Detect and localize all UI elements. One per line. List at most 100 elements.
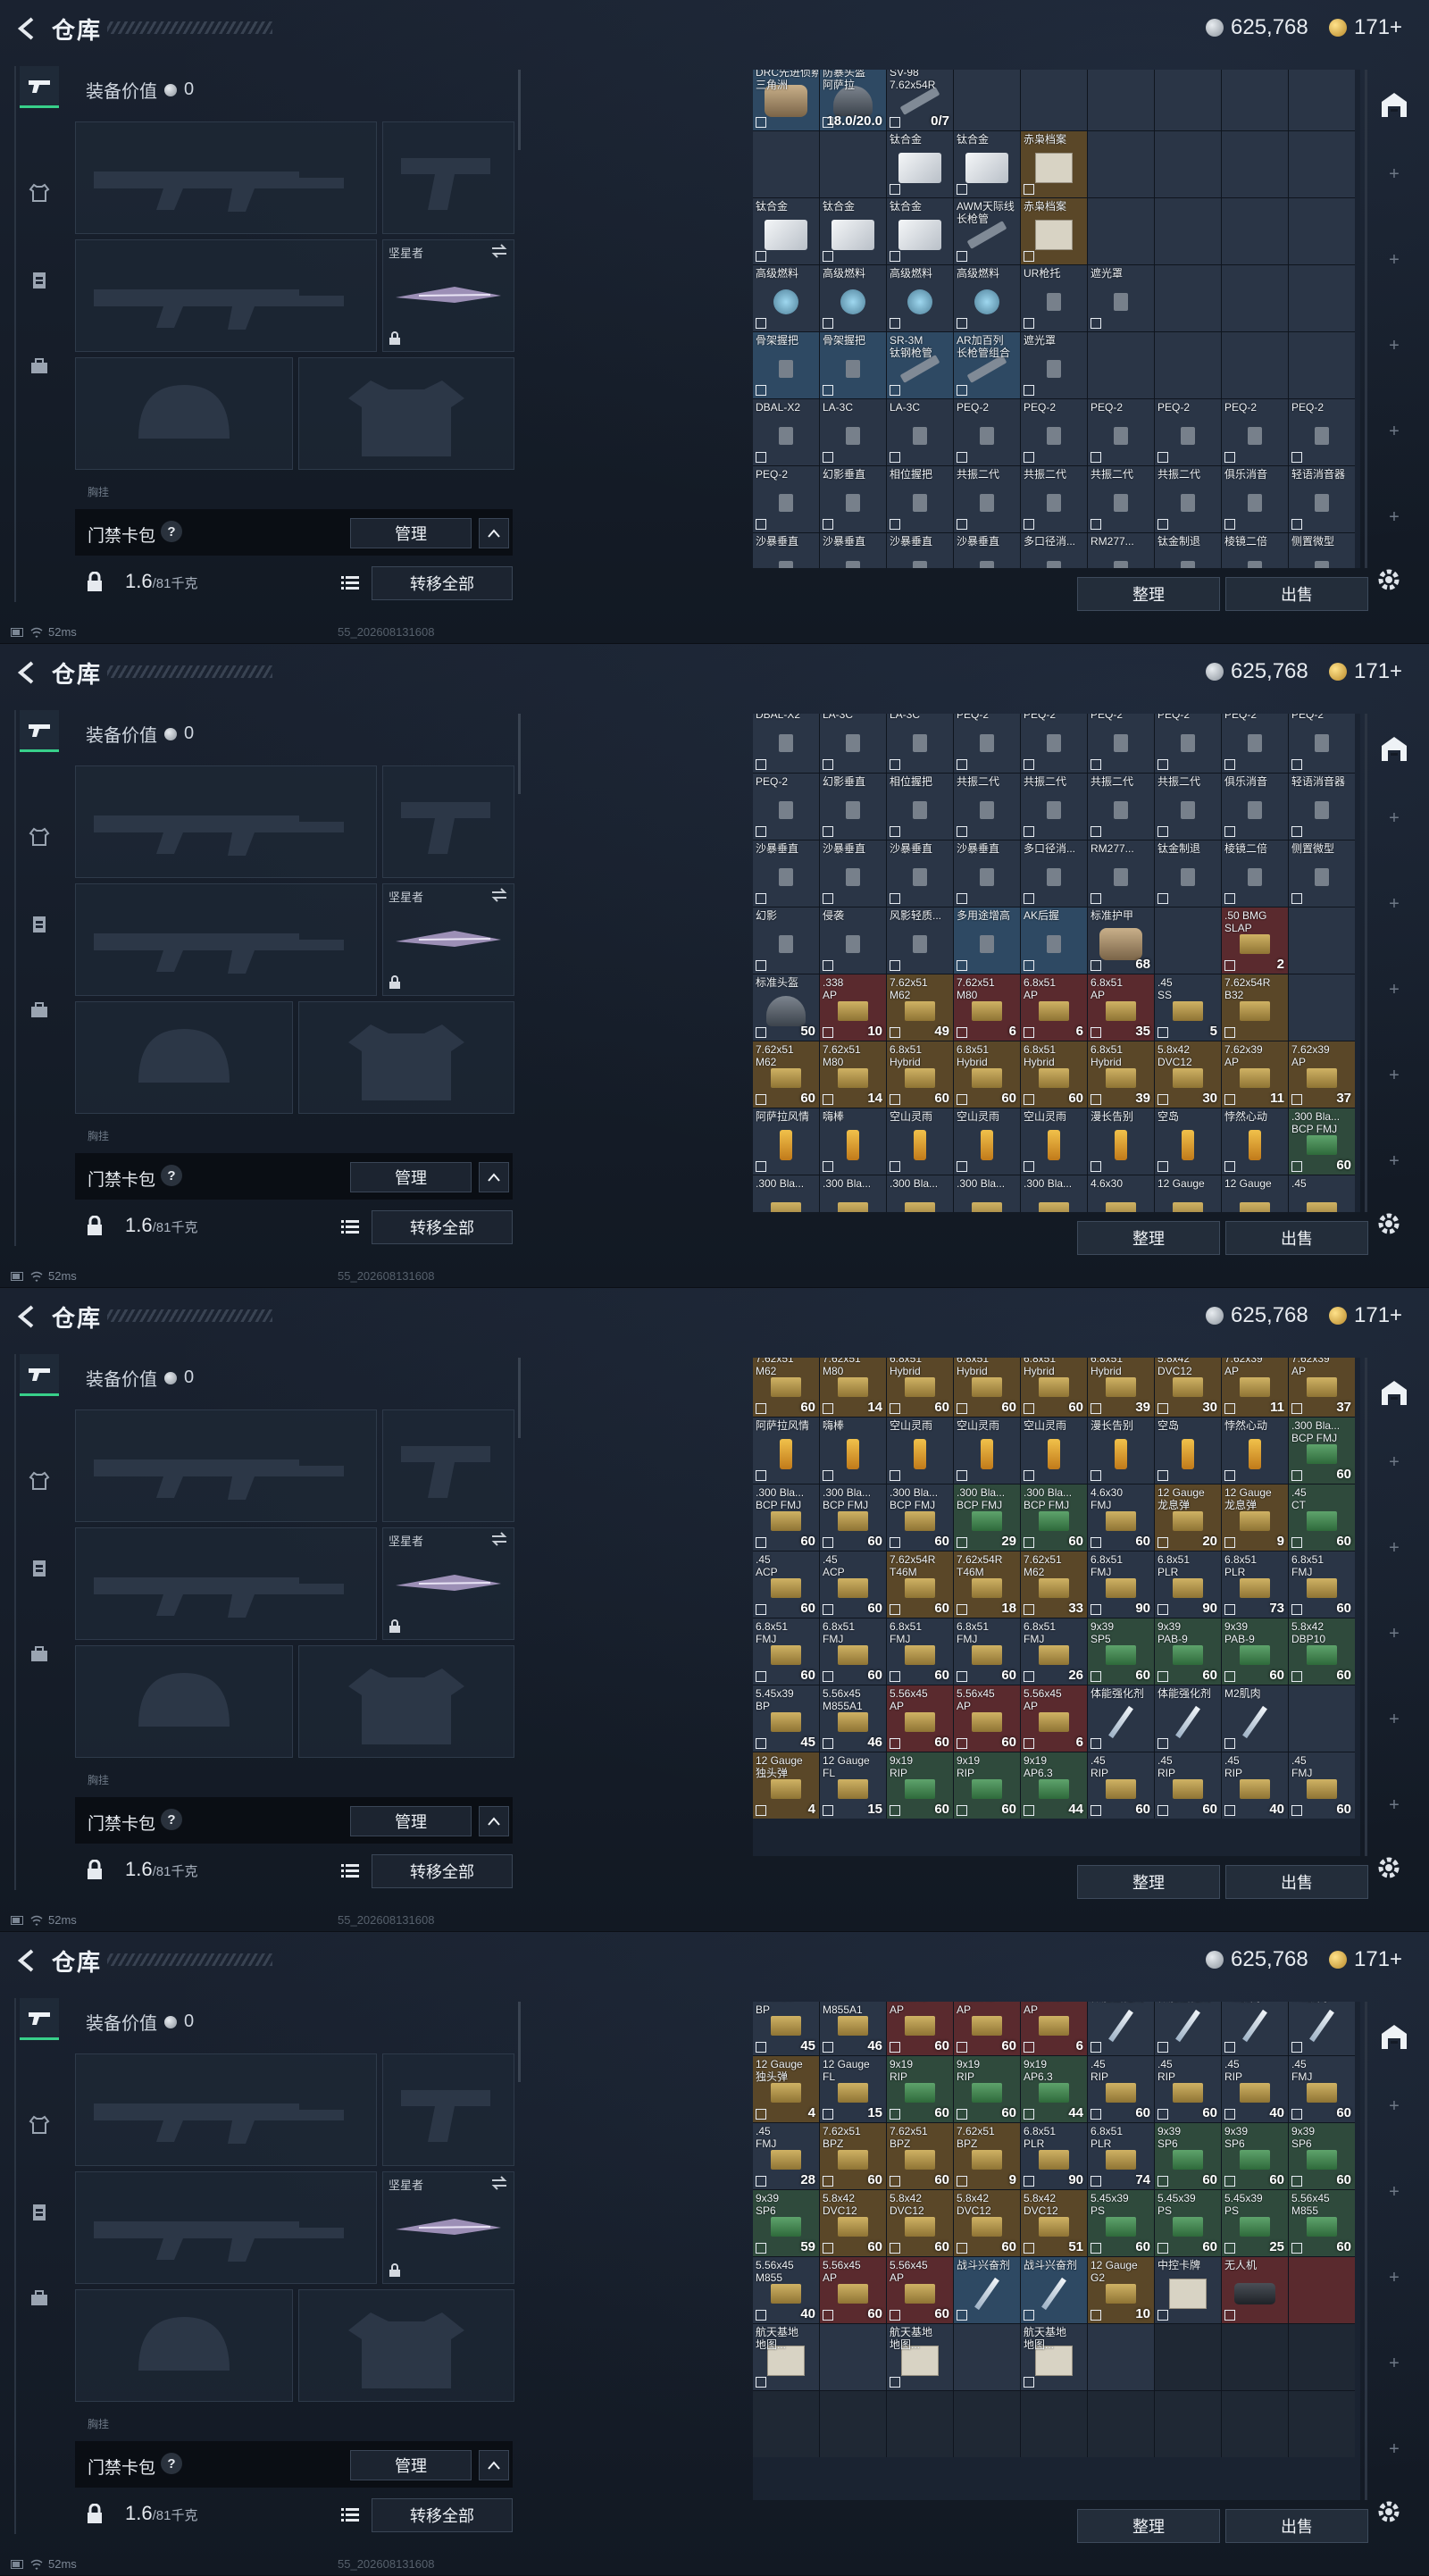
inventory-slot[interactable]: 空山灵雨 bbox=[954, 1108, 1020, 1175]
inventory-slot[interactable] bbox=[1222, 332, 1288, 398]
favorite-checkbox-icon[interactable] bbox=[1024, 1403, 1034, 1414]
favorite-checkbox-icon[interactable] bbox=[1091, 2042, 1101, 2053]
inventory-slot[interactable]: 5.56x45 AP 6 bbox=[1021, 1685, 1087, 1752]
inventory-slot[interactable]: 6.8x51 Hybrid 60 bbox=[954, 1041, 1020, 1108]
inventory-slot[interactable] bbox=[1289, 332, 1355, 398]
favorite-checkbox-icon[interactable] bbox=[823, 251, 833, 262]
inventory-slot[interactable]: 5.8x42 DVC12 51 bbox=[1021, 2190, 1087, 2256]
favorite-checkbox-icon[interactable] bbox=[823, 759, 833, 770]
favorite-checkbox-icon[interactable] bbox=[1024, 1805, 1034, 1816]
favorite-checkbox-icon[interactable] bbox=[823, 1537, 833, 1548]
inventory-slot[interactable]: 7.62x51 M62 60 bbox=[753, 1358, 819, 1417]
transfer-all-button[interactable]: 转移全部 bbox=[372, 1210, 513, 1244]
favorite-checkbox-icon[interactable] bbox=[823, 1161, 833, 1172]
inventory-slot[interactable]: 骨架握把 bbox=[820, 332, 886, 398]
sidearm-slot[interactable] bbox=[382, 765, 514, 878]
favorite-checkbox-icon[interactable] bbox=[823, 893, 833, 904]
inventory-slot[interactable]: UR枪托 bbox=[1021, 265, 1087, 331]
inventory-slot[interactable] bbox=[1289, 1685, 1355, 1752]
inventory-slot[interactable]: M2肌肉 bbox=[1222, 1685, 1288, 1752]
inventory-slot[interactable]: .300 Bla... BCP FMJ 29 bbox=[954, 1485, 1020, 1551]
inventory-slot[interactable]: 共振二代 bbox=[1088, 466, 1154, 532]
inventory-slot[interactable]: 5.56x45 AP 60 bbox=[820, 2257, 886, 2323]
inventory-slot[interactable]: 沙暴垂直 bbox=[753, 841, 819, 907]
favorite-checkbox-icon[interactable] bbox=[1091, 1027, 1101, 1038]
favorite-checkbox-icon[interactable] bbox=[1024, 1470, 1034, 1481]
favorite-checkbox-icon[interactable] bbox=[1157, 1604, 1168, 1615]
add-page-icon[interactable]: + bbox=[1386, 2440, 1402, 2458]
inventory-slot[interactable]: 阿萨拉风情 bbox=[753, 1108, 819, 1175]
inventory-slot[interactable]: 航天基地 地图... bbox=[753, 2324, 819, 2390]
favorite-checkbox-icon[interactable] bbox=[1224, 1537, 1235, 1548]
add-page-icon[interactable]: + bbox=[1386, 895, 1402, 913]
inventory-slot[interactable]: 4.6x30 bbox=[1088, 1175, 1154, 1212]
inventory-slot[interactable]: 标准护甲 68 bbox=[1088, 907, 1154, 974]
equipment-scrollbar[interactable] bbox=[518, 70, 521, 150]
inventory-slot[interactable]: 6.8x51 Hybrid 60 bbox=[1021, 1358, 1087, 1417]
inventory-slot[interactable]: .300 Bla... bbox=[1021, 1175, 1087, 1212]
inventory-slot[interactable]: 赤枭档案 bbox=[1021, 198, 1087, 264]
inventory-slot[interactable]: 12 Gauge 独头弹 4 bbox=[753, 2056, 819, 2122]
favorite-checkbox-icon[interactable] bbox=[890, 759, 900, 770]
favorite-checkbox-icon[interactable] bbox=[957, 452, 967, 463]
favorite-checkbox-icon[interactable] bbox=[1224, 1470, 1235, 1481]
inventory-slot[interactable]: 7.62x39 AP 11 bbox=[1222, 1358, 1288, 1417]
favorite-checkbox-icon[interactable] bbox=[1157, 452, 1168, 463]
favorite-checkbox-icon[interactable] bbox=[890, 318, 900, 329]
inventory-slot[interactable]: PEQ-2 bbox=[753, 774, 819, 840]
add-page-icon[interactable]: + bbox=[1386, 165, 1402, 183]
warehouse-icon[interactable] bbox=[1379, 2021, 1409, 2052]
favorite-checkbox-icon[interactable] bbox=[1224, 1671, 1235, 1682]
tab-weapons[interactable] bbox=[20, 66, 59, 108]
inventory-slot[interactable]: 5.8x42 DBP10 60 bbox=[1289, 1618, 1355, 1685]
favorite-checkbox-icon[interactable] bbox=[756, 2042, 766, 2053]
inventory-slot[interactable]: 防暴头盔 阿萨拉 18.0/20.0 bbox=[820, 70, 886, 130]
favorite-checkbox-icon[interactable] bbox=[756, 1738, 766, 1749]
inventory-slot[interactable]: 6.8x51 AP 6 bbox=[1021, 974, 1087, 1041]
inventory-slot[interactable]: 7.62x51 M80 6 bbox=[954, 974, 1020, 1041]
inventory-slot[interactable]: .45 FMJ 28 bbox=[753, 2123, 819, 2189]
favorite-checkbox-icon[interactable] bbox=[1157, 2042, 1168, 2053]
inventory-slot[interactable] bbox=[1155, 131, 1221, 197]
inventory-slot[interactable]: 共振二代 bbox=[1155, 466, 1221, 532]
primary-weapon-slot[interactable] bbox=[75, 765, 377, 878]
favorite-checkbox-icon[interactable] bbox=[823, 1027, 833, 1038]
transfer-all-button[interactable]: 转移全部 bbox=[372, 2498, 513, 2532]
inventory-slot[interactable]: 9x19 RIP 60 bbox=[954, 1752, 1020, 1819]
inventory-slot[interactable]: 中控卡牌 bbox=[1155, 2257, 1221, 2323]
back-arrow-icon[interactable] bbox=[13, 1946, 41, 1975]
inventory-slot[interactable] bbox=[1088, 70, 1154, 130]
inventory-slot[interactable]: .45 RIP 60 bbox=[1155, 1752, 1221, 1819]
favorite-checkbox-icon[interactable] bbox=[1091, 1604, 1101, 1615]
favorite-checkbox-icon[interactable] bbox=[1024, 2310, 1034, 2321]
inventory-slot[interactable]: 6.8x51 FMJ 60 bbox=[887, 1618, 953, 1685]
equipment-scrollbar[interactable] bbox=[518, 2002, 521, 2082]
favorite-checkbox-icon[interactable] bbox=[756, 893, 766, 904]
inventory-slot[interactable]: PEQ-2 bbox=[1222, 714, 1288, 773]
inventory-slot[interactable] bbox=[1222, 131, 1288, 197]
favorite-checkbox-icon[interactable] bbox=[957, 1470, 967, 1481]
favorite-checkbox-icon[interactable] bbox=[957, 2109, 967, 2120]
favorite-checkbox-icon[interactable] bbox=[823, 318, 833, 329]
settings-gear-icon[interactable] bbox=[1374, 1853, 1404, 1883]
favorite-checkbox-icon[interactable] bbox=[756, 2176, 766, 2187]
inventory-slot[interactable] bbox=[1088, 332, 1154, 398]
favorite-checkbox-icon[interactable] bbox=[890, 2109, 900, 2120]
back-arrow-icon[interactable] bbox=[13, 1302, 41, 1331]
settings-gear-icon[interactable] bbox=[1374, 1209, 1404, 1239]
favorite-checkbox-icon[interactable] bbox=[1224, 1094, 1235, 1105]
sidearm-slot[interactable] bbox=[382, 121, 514, 234]
inventory-slot[interactable]: 侧置微型 bbox=[1289, 533, 1355, 568]
favorite-checkbox-icon[interactable] bbox=[957, 826, 967, 837]
inventory-slot[interactable]: 5.45x39 PS 60 bbox=[1088, 2190, 1154, 2256]
inventory-slot[interactable]: 战斗兴奋剂 bbox=[1021, 2257, 1087, 2323]
inventory-slot[interactable]: 6.8x51 Hybrid 60 bbox=[1021, 1041, 1087, 1108]
keycard-bag-row[interactable]: 门禁卡包 ? 管理 bbox=[75, 509, 513, 556]
inventory-slot[interactable]: 6.8x51 Hybrid 39 bbox=[1088, 1358, 1154, 1417]
inventory-slot[interactable] bbox=[1088, 198, 1154, 264]
inventory-slot[interactable]: 5.56x45 M855 40 bbox=[753, 2257, 819, 2323]
inventory-slot[interactable]: PEQ-2 bbox=[1222, 399, 1288, 465]
inventory-slot[interactable]: SV-98 7.62x54R 0/7 bbox=[887, 70, 953, 130]
warehouse-icon[interactable] bbox=[1379, 89, 1409, 120]
tab-weapons[interactable] bbox=[20, 1354, 59, 1396]
